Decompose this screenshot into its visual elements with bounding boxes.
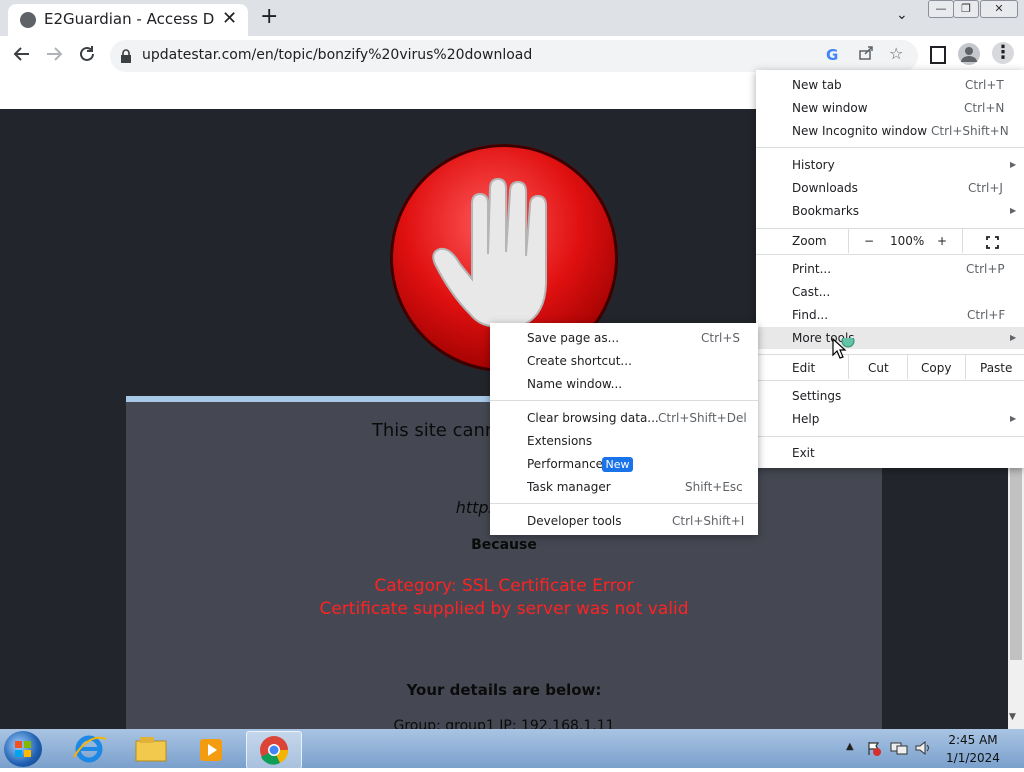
menu-edit: Edit — [792, 361, 816, 375]
chrome-taskbar-icon[interactable] — [246, 731, 302, 769]
submenu-arrow-icon: ▶ — [1010, 333, 1017, 342]
share-icon[interactable] — [858, 45, 874, 65]
menu-create-shortcut[interactable]: Create shortcut... — [527, 354, 632, 368]
show-hidden-icons-arrow[interactable]: ▲ — [846, 741, 854, 752]
new-tab-button[interactable]: + — [260, 4, 278, 29]
globe-icon — [20, 12, 36, 28]
chrome-menu-icon[interactable]: ⋮ — [992, 42, 1014, 64]
clock-time[interactable]: 2:45 AM — [940, 733, 1006, 747]
details-heading: Your details are below: — [406, 681, 602, 699]
menu-history[interactable]: History — [792, 158, 835, 172]
menu-separator — [756, 254, 1024, 255]
block-category: Category: SSL Certificate Error — [374, 576, 634, 596]
menu-name-window[interactable]: Name window... — [527, 377, 622, 391]
media-player-icon[interactable] — [184, 731, 238, 767]
reload-icon[interactable] — [77, 44, 97, 69]
zoom-level: 100% — [890, 234, 925, 248]
google-lens-icon[interactable]: G — [826, 46, 838, 64]
menu-developer-tools[interactable]: Developer tools — [527, 514, 622, 528]
menu-separator — [756, 436, 1024, 437]
menu-new-tab[interactable]: New tab — [792, 78, 842, 92]
start-button[interactable] — [4, 731, 42, 767]
shortcut-task-manager: Shift+Esc — [685, 480, 743, 494]
back-icon[interactable] — [12, 44, 32, 69]
shortcut-new-window: Ctrl+N — [964, 101, 1005, 115]
menu-performance[interactable]: Performance — [527, 457, 603, 471]
clock-date[interactable]: 1/1/2024 — [940, 751, 1006, 765]
tab-close-icon[interactable]: ✕ — [222, 8, 237, 29]
new-badge: New — [602, 457, 633, 472]
shortcut-downloads: Ctrl+J — [968, 181, 1003, 195]
tab-search-icon[interactable]: ⌄ — [896, 7, 908, 23]
menu-extensions[interactable]: Extensions — [527, 434, 592, 448]
menu-save-page[interactable]: Save page as... — [527, 331, 619, 345]
shortcut-dev-tools: Ctrl+Shift+I — [672, 514, 745, 528]
because-label: Because — [471, 537, 537, 553]
zoom-in-button[interactable]: + — [937, 234, 947, 248]
menu-separator — [490, 400, 758, 401]
url-text[interactable]: updatestar.com/en/topic/bonzify%20virus%… — [142, 47, 532, 63]
copy-button[interactable]: Copy — [921, 361, 951, 375]
file-explorer-icon[interactable] — [124, 731, 178, 767]
scroll-down-arrow-icon[interactable]: ▼ — [1009, 712, 1016, 722]
edit-divider — [965, 355, 966, 379]
shortcut-new-tab: Ctrl+T — [965, 78, 1004, 92]
menu-new-incognito[interactable]: New Incognito window — [792, 124, 927, 138]
menu-print[interactable]: Print... — [792, 262, 831, 276]
bookmark-star-icon[interactable]: ☆ — [889, 44, 903, 63]
menu-separator — [756, 147, 1024, 148]
menu-exit[interactable]: Exit — [792, 446, 815, 460]
menu-help[interactable]: Help — [792, 412, 819, 426]
shortcut-incognito: Ctrl+Shift+N — [931, 124, 1009, 138]
menu-bookmarks[interactable]: Bookmarks — [792, 204, 859, 218]
submenu-arrow-icon: ▶ — [1010, 160, 1017, 169]
mouse-cursor-icon — [832, 334, 858, 364]
menu-separator — [490, 503, 758, 504]
tab-title: E2Guardian - Access Den — [44, 10, 214, 28]
close-window-button[interactable]: ✕ — [980, 0, 1018, 18]
internet-explorer-icon[interactable] — [62, 731, 116, 767]
paste-button[interactable]: Paste — [980, 361, 1012, 375]
maximize-button[interactable]: ❐ — [953, 0, 979, 18]
volume-icon[interactable] — [914, 740, 932, 760]
action-center-flag-icon[interactable] — [866, 740, 882, 760]
menu-cast[interactable]: Cast... — [792, 285, 830, 299]
menu-new-window[interactable]: New window — [792, 101, 868, 115]
profile-avatar-icon[interactable] — [958, 43, 980, 65]
side-panel-icon[interactable] — [930, 46, 946, 64]
lock-icon[interactable] — [121, 48, 131, 63]
submenu-arrow-icon: ▶ — [1010, 414, 1017, 423]
shortcut-save-page: Ctrl+S — [701, 331, 741, 345]
fullscreen-icon[interactable] — [986, 234, 999, 253]
menu-zoom: Zoom — [792, 234, 827, 248]
forward-icon[interactable] — [44, 44, 64, 69]
menu-settings[interactable]: Settings — [792, 389, 841, 403]
shortcut-print: Ctrl+P — [966, 262, 1005, 276]
tab-active[interactable]: E2Guardian - Access Den ✕ — [8, 4, 248, 36]
menu-downloads[interactable]: Downloads — [792, 181, 858, 195]
submenu-arrow-icon: ▶ — [1010, 206, 1017, 215]
menu-clear-browsing-data[interactable]: Clear browsing data... — [527, 411, 659, 425]
minimize-button[interactable]: — — [928, 0, 954, 18]
cut-button[interactable]: Cut — [868, 361, 889, 375]
menu-separator — [756, 380, 1024, 381]
menu-task-manager[interactable]: Task manager — [527, 480, 611, 494]
block-reason: Certificate supplied by server was not v… — [319, 599, 689, 619]
zoom-out-button[interactable]: − — [864, 234, 874, 248]
network-icon[interactable] — [890, 740, 908, 760]
shortcut-clear-data: Ctrl+Shift+Del — [658, 411, 747, 425]
menu-find[interactable]: Find... — [792, 308, 828, 322]
shortcut-find: Ctrl+F — [967, 308, 1006, 322]
